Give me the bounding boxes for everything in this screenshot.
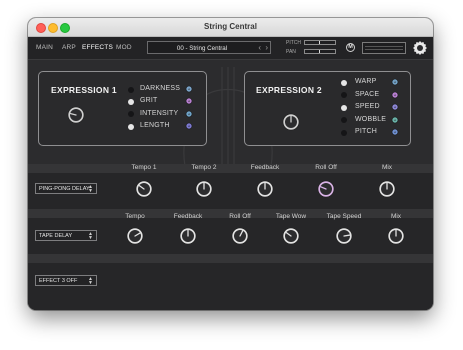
expression-2-option-warp-radio[interactable] [341, 79, 347, 86]
expression-1-option-label: LENGTH [140, 122, 170, 130]
slot2-tape-speed-knob[interactable] [335, 227, 353, 245]
effect-2-name: TAPE DELAY [39, 233, 73, 239]
expression-2-option-space-radio[interactable] [341, 92, 347, 98]
gear-icon[interactable] [412, 40, 428, 56]
pan-slider[interactable] [304, 49, 336, 54]
expression-2-option-wobble-mini-knob[interactable] [391, 116, 399, 124]
expression-1-option-darkness-mini-knob[interactable] [185, 85, 193, 93]
slot2-param-label: Tape Wow [275, 213, 307, 220]
pitch-slider[interactable] [304, 40, 336, 45]
top-bar: MAIN ARP EFFECTS MOD 00 - String Central… [28, 37, 433, 60]
tab-main[interactable]: MAIN [36, 44, 53, 51]
tab-mod[interactable]: MOD [116, 44, 132, 51]
preset-selector[interactable]: 00 - String Central ‹ › [147, 41, 271, 54]
dropdown-caret-icon: ▲ ▼ [88, 230, 93, 241]
expression-2-option-label: PITCH [355, 128, 377, 135]
expression-2-option-label: SPEED [355, 103, 380, 110]
slot1-tempo-2-knob[interactable] [195, 180, 213, 198]
expression-2-option-wobble-radio[interactable] [341, 117, 347, 123]
expression-1-option-intensity-mini-knob[interactable] [185, 110, 193, 118]
expression-1-knob[interactable] [67, 106, 85, 124]
tab-effects[interactable]: EFFECTS [82, 44, 113, 51]
expression-2-title: EXPRESSION 2 [256, 85, 322, 95]
slot2-tape-wow-knob[interactable] [282, 227, 300, 245]
expression-2-option-speed-mini-knob[interactable] [391, 103, 399, 111]
plugin-window: String Central MAIN ARP EFFECTS MOD 00 -… [28, 18, 433, 310]
expression-2-option-label: WARP [355, 78, 377, 85]
slot2-param-label: Tempo [125, 213, 145, 220]
slot2-mix-knob[interactable] [387, 227, 405, 245]
slot1-feedback-knob[interactable] [256, 180, 274, 198]
slot1-param-label: Roll Off [315, 164, 337, 171]
expression-1-title: EXPRESSION 1 [51, 85, 117, 95]
expression-2-option-pitch-radio[interactable] [341, 129, 347, 136]
expression-1-option-label: GRIT [140, 97, 158, 105]
expression-2-option-warp-mini-knob[interactable] [391, 78, 399, 86]
effect-3-name: EFFECT 3 OFF [39, 278, 78, 284]
effect-1-dropdown[interactable]: PING-PONG DELAY ▲ ▼ [35, 183, 97, 194]
expression-1-option-label: DARKNESS [140, 85, 181, 92]
expression-1-option-intensity-radio[interactable] [128, 111, 134, 118]
slot1-param-label: Tempo 2 [191, 164, 217, 171]
pitch-label: PITCH [286, 40, 301, 46]
tab-arp[interactable]: ARP [62, 44, 76, 51]
expression-2-option-pitch-mini-knob[interactable] [391, 128, 399, 136]
expression-1-option-length-radio[interactable] [128, 123, 134, 130]
slot2-param-label: Feedback [173, 213, 203, 220]
title-bar: String Central [28, 18, 433, 37]
pan-label: PAN [286, 49, 296, 55]
expression-1-option-grit-radio[interactable] [128, 98, 134, 105]
preset-prev-button[interactable]: ‹ [258, 43, 261, 52]
effect-slot-1: PING-PONG DELAY ▲ ▼ Tempo 1 Tempo 2 Feedbac… [28, 164, 433, 209]
effect-slot-3: EFFECT 3 OFF ▲ ▼ [28, 263, 433, 310]
expression-1-option-darkness-radio[interactable] [128, 86, 134, 93]
expression-1-option-length-mini-knob[interactable] [185, 122, 193, 130]
effect-1-name: PING-PONG DELAY [39, 186, 90, 192]
expression-2-option-label: SPACE [355, 90, 380, 98]
expression-2-option-label: WOBBLE [355, 115, 387, 123]
expression-1-panel: EXPRESSION 1 DARKNESS GRIT INTENSITY LENGTH [38, 71, 207, 146]
preset-name: 00 - String Central [176, 44, 228, 52]
slot1-mix-knob[interactable] [378, 180, 396, 198]
slot2-feedback-knob[interactable] [179, 227, 197, 245]
slot1-roll-off-knob[interactable] [317, 180, 335, 198]
m-button[interactable]: M [346, 43, 355, 52]
slot1-param-label: Mix [381, 164, 393, 171]
expression-2-panel: EXPRESSION 2 WARP SPACE SPEED WOBBLE PITCH [244, 71, 411, 146]
slot1-param-label: Feedback [250, 164, 280, 171]
slot1-tempo-1-knob[interactable] [135, 180, 153, 198]
plugin-body: MAIN ARP EFFECTS MOD 00 - String Central… [28, 37, 433, 310]
dropdown-caret-icon: ▲ ▼ [88, 275, 93, 286]
expression-2-option-speed-radio[interactable] [341, 104, 347, 111]
preset-next-button[interactable]: › [265, 43, 268, 52]
slot2-tempo-knob[interactable] [126, 227, 144, 245]
level-meter [362, 42, 406, 54]
slot1-param-label: Tempo 1 [131, 164, 157, 171]
slot2-roll-off-knob[interactable] [231, 227, 249, 245]
window-title: String Central [204, 22, 257, 31]
dropdown-caret-icon: ▲ ▼ [88, 183, 93, 194]
expression-1-option-label: INTENSITY [140, 109, 179, 117]
expression-2-knob[interactable] [282, 113, 300, 131]
expression-2-option-space-mini-knob[interactable] [391, 91, 399, 99]
effect-2-dropdown[interactable]: TAPE DELAY ▲ ▼ [35, 230, 97, 241]
effect-3-dropdown[interactable]: EFFECT 3 OFF ▲ ▼ [35, 275, 97, 286]
slot2-param-label: Tape Speed [326, 213, 362, 220]
expression-1-option-grit-mini-knob[interactable] [185, 97, 193, 105]
slot2-param-label: Roll Off [229, 213, 251, 220]
slot2-param-label: Mix [390, 213, 402, 220]
effect-slot-2: TAPE DELAY ▲ ▼ Tempo Feedback Roll Off Tape … [28, 213, 433, 254]
